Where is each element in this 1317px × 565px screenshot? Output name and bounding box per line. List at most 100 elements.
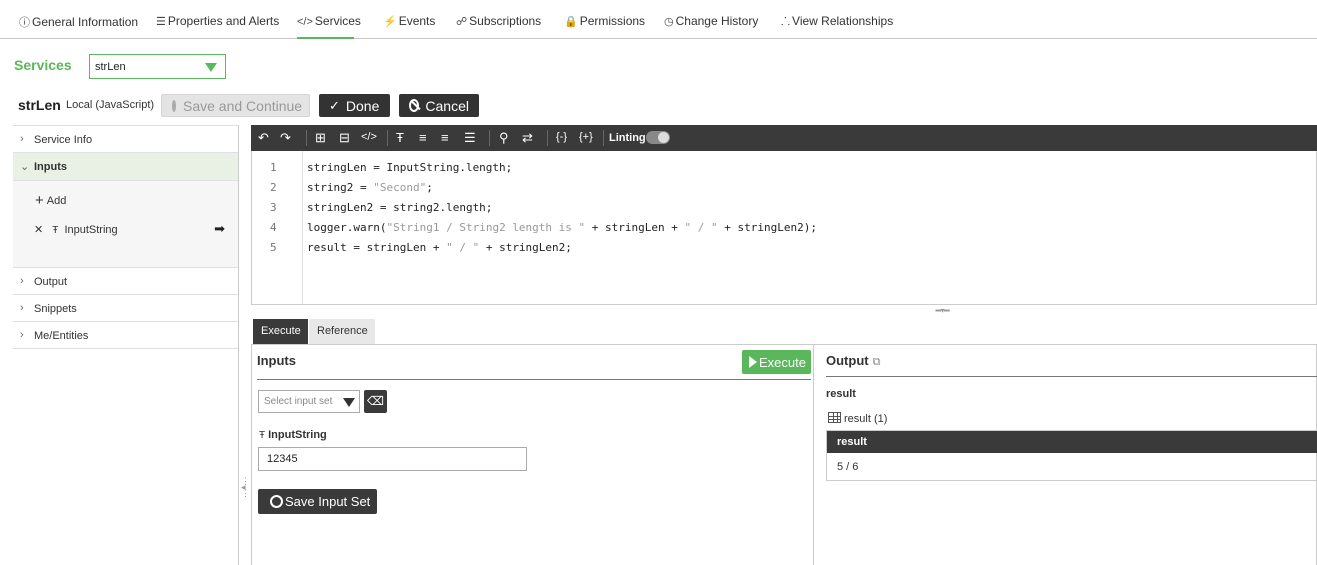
relationships-icon: ⸫ — [781, 16, 791, 28]
code-token: stringLen = InputString.length; — [307, 161, 513, 174]
code-token: logger.warn( — [307, 221, 387, 234]
chevron-down-icon — [343, 398, 355, 407]
tab-change-history[interactable]: ◷ Change History — [664, 14, 758, 39]
resize-handle[interactable]: ▪▪▪▾▪▪▪ — [935, 306, 950, 315]
arrow-right-icon[interactable]: ➡ — [214, 221, 225, 237]
tab-label: Subscriptions — [469, 14, 542, 28]
tree-item-snippets[interactable]: › Snippets — [13, 295, 238, 322]
indent-right-icon[interactable]: ≡ — [441, 130, 449, 145]
save-input-set-button[interactable]: Save Input Set — [258, 489, 377, 514]
line-number: 2 — [270, 181, 277, 194]
tree-item-inputs[interactable]: ⌄ Inputs — [13, 153, 238, 181]
input-set-select[interactable]: Select input set — [258, 390, 360, 413]
code-token: string2 = — [307, 181, 374, 194]
add-label: Add — [46, 195, 67, 207]
output-divider — [813, 345, 814, 565]
rss-icon: ☍ — [456, 16, 468, 28]
undo-icon[interactable]: ↶ — [258, 130, 269, 146]
execute-label: Execute — [759, 354, 806, 370]
input-param-item[interactable]: ✕ Ŧ InputString — [34, 223, 118, 236]
string-literal: "String1 / String2 length is " — [386, 221, 586, 234]
chevron-right-icon: › — [20, 329, 24, 341]
circle-icon — [270, 495, 283, 508]
collapse-handle[interactable]: ⋮ ◂ ⋮ — [241, 477, 250, 498]
tree-label: Output — [34, 276, 68, 288]
code-token: + stringLen + — [585, 221, 685, 234]
tree-label: Snippets — [34, 303, 77, 315]
popout-icon[interactable]: ⧉ — [873, 356, 881, 368]
align-icon[interactable]: ☰ — [464, 130, 476, 146]
tab-label: General Information — [32, 15, 139, 29]
service-type: Local (JavaScript) — [66, 99, 155, 111]
input-string-field[interactable]: 12345 — [258, 447, 527, 471]
tab-general-information[interactable]: ⓘ General Information — [19, 14, 138, 39]
done-button[interactable]: ✓ Done — [319, 94, 390, 117]
table-icon — [828, 412, 841, 423]
cancel-button[interactable]: Cancel — [399, 94, 479, 117]
save-and-continue-button[interactable]: Save and Continue — [161, 94, 310, 117]
tab-label: Properties and Alerts — [167, 14, 280, 28]
table-label-text: result (1) — [844, 413, 888, 425]
tab-subscriptions[interactable]: ☍ Subscriptions — [456, 14, 541, 39]
tab-services[interactable]: </> Services — [297, 14, 361, 39]
tab-execute[interactable]: Execute — [253, 319, 308, 344]
output-name: result — [826, 388, 856, 400]
execute-button[interactable]: Execute — [742, 350, 811, 374]
linting-toggle[interactable] — [646, 131, 670, 144]
code-icon: </> — [297, 16, 313, 28]
tab-properties-and-alerts[interactable]: ☰ Properties and Alerts — [156, 14, 279, 39]
add-input-button[interactable]: + Add — [35, 192, 66, 209]
comment-icon[interactable]: ⊟ — [339, 130, 350, 146]
play-icon — [749, 356, 757, 368]
text-type-icon: Ŧ — [52, 225, 59, 236]
inputs-title: Inputs — [257, 353, 296, 368]
braces-icon[interactable]: {-} — [556, 131, 567, 143]
tree-item-service-info[interactable]: › Service Info — [13, 126, 238, 153]
tab-view-relationships[interactable]: ⸫ View Relationships — [781, 14, 893, 39]
divider — [257, 379, 811, 380]
string-literal: "Second" — [373, 181, 427, 194]
code-editor[interactable]: 1 2 3 4 5 stringLen = InputString.length… — [251, 151, 1317, 305]
tab-events[interactable]: ⚡ Events — [383, 14, 435, 39]
lightning-icon: ⚡ — [383, 16, 397, 28]
tab-permissions[interactable]: 🔒 Permissions — [564, 14, 645, 39]
code-icon[interactable]: </> — [361, 131, 377, 143]
tab-label: Permissions — [579, 14, 646, 28]
code-line: stringLen2 = string2.length; — [307, 201, 492, 214]
output-title: Output ⧉ — [826, 353, 880, 369]
redo-icon[interactable]: ↷ — [280, 130, 291, 146]
eraser-icon[interactable]: ⌫ — [364, 390, 387, 413]
table-cell: 5 / 6 — [837, 461, 859, 473]
code-token: ; — [426, 181, 433, 194]
replace-icon[interactable]: ⇄ — [522, 130, 533, 146]
toolbar-divider — [387, 130, 388, 146]
text-icon[interactable]: Ŧ — [396, 130, 404, 145]
code-line: logger.warn("String1 / String2 length is… — [307, 221, 817, 234]
indent-left-icon[interactable]: ≡ — [419, 130, 427, 145]
tree-item-me-entities[interactable]: › Me/Entities — [13, 322, 238, 349]
output-title-text: Output — [826, 353, 869, 368]
code-line: result = stringLen + " / " + stringLen2; — [307, 241, 572, 254]
ban-icon — [409, 99, 420, 112]
tree-label: Service Info — [34, 134, 93, 146]
lock-icon: 🔒 — [564, 16, 578, 28]
search-icon[interactable]: ⚲ — [499, 130, 509, 146]
service-tree: › Service Info ⌄ Inputs + Add ✕ Ŧ InputSt… — [13, 125, 238, 350]
service-name: strLen — [18, 97, 61, 113]
tab-reference[interactable]: Reference — [309, 319, 375, 344]
insert-icon[interactable]: ⊞ — [315, 130, 326, 146]
line-number: 1 — [270, 161, 277, 174]
table-header: result — [827, 431, 1317, 453]
close-icon[interactable]: ✕ — [34, 224, 43, 236]
braces-plus-icon[interactable]: {+} — [579, 131, 593, 143]
param-label: Ŧ InputString — [259, 429, 327, 441]
code-token: + stringLen2; — [479, 241, 572, 254]
line-number: 4 — [270, 221, 277, 234]
code-line: stringLen = InputString.length; — [307, 161, 512, 174]
tree-item-output[interactable]: › Output — [13, 268, 238, 295]
toolbar-divider — [547, 130, 548, 146]
service-select[interactable]: strLen — [89, 54, 226, 79]
param-label-text: InputString — [268, 429, 327, 441]
panel-divider[interactable] — [238, 125, 239, 565]
save-and-continue-label: Save and Continue — [183, 97, 303, 114]
